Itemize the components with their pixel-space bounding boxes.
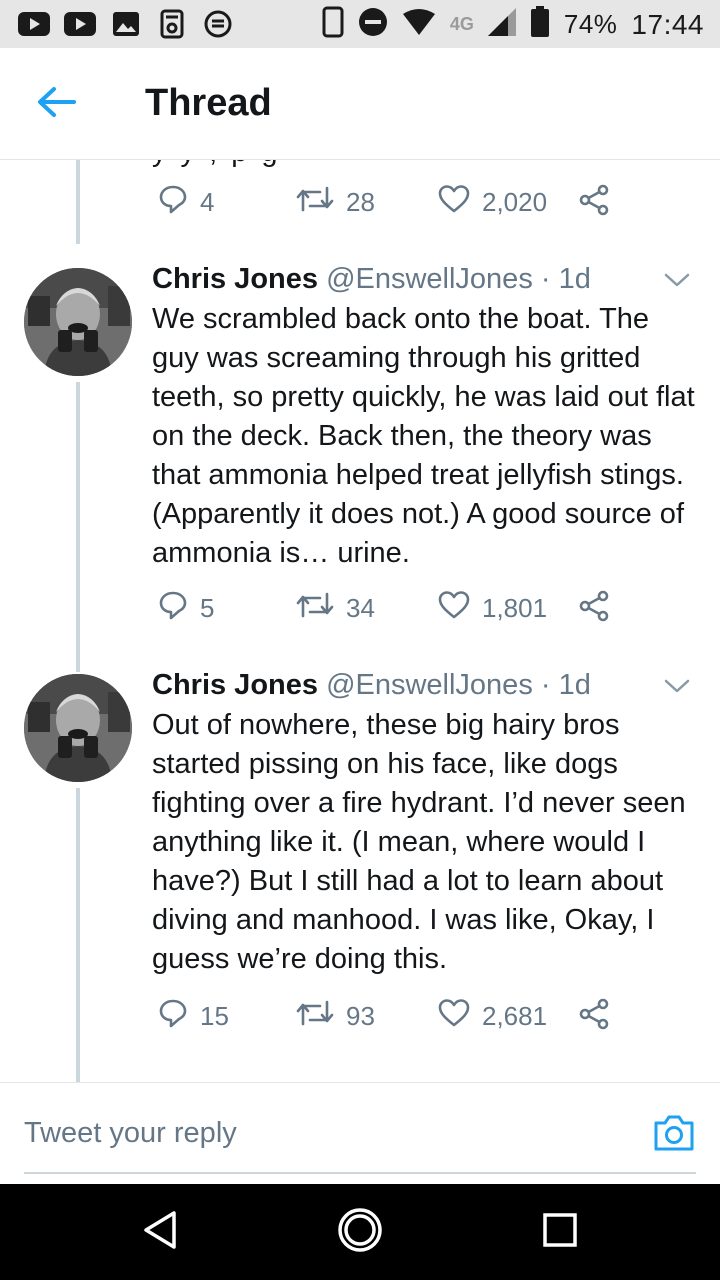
- like-count: 2,020: [482, 187, 548, 217]
- tweet-menu-button[interactable]: [662, 270, 692, 294]
- separator: ·: [540, 263, 551, 295]
- reply-icon: [158, 590, 188, 627]
- heart-icon: [438, 590, 470, 627]
- share-icon: [578, 590, 610, 629]
- reply-icon: [158, 998, 188, 1035]
- signal-icon: [487, 8, 516, 41]
- youtube-icon: [18, 9, 50, 39]
- thread-connector: [76, 788, 80, 1082]
- avatar[interactable]: [24, 674, 132, 782]
- author-handle[interactable]: @EnswellJones: [326, 263, 533, 295]
- clock: 17:44: [631, 8, 704, 40]
- nav-home-button[interactable]: [336, 1207, 384, 1258]
- heart-icon: [438, 998, 470, 1035]
- reply-button[interactable]: 4: [158, 184, 214, 221]
- back-button[interactable]: [30, 84, 82, 124]
- retweet-icon: [296, 184, 334, 221]
- reply-button[interactable]: 5: [158, 590, 214, 627]
- retweet-count: 93: [346, 1001, 375, 1031]
- system-nav-bar: [0, 1184, 720, 1280]
- wifi-icon: [402, 8, 436, 41]
- share-icon: [578, 998, 610, 1037]
- network-label: 4G: [449, 14, 474, 34]
- reply-button[interactable]: 15: [158, 998, 229, 1035]
- tweet-time: 1d: [558, 669, 591, 701]
- arrow-left-icon: [36, 86, 76, 123]
- system-status: 4G 74% 17:44: [322, 6, 704, 43]
- reply-icon: [158, 184, 188, 221]
- lock-icon: [156, 9, 188, 39]
- camera-button[interactable]: [652, 1113, 696, 1157]
- home-circle-icon: [337, 1207, 383, 1258]
- truncated-tweet-text: y y , p g: [152, 160, 281, 176]
- author-name[interactable]: Chris Jones: [152, 263, 318, 295]
- tweet-actions: 15 93 2,681: [152, 998, 622, 1038]
- thread-connector: [76, 382, 80, 672]
- status-bar: 4G 74% 17:44: [0, 0, 720, 48]
- reply-input[interactable]: [24, 1113, 624, 1153]
- battery-icon: [530, 6, 550, 43]
- tweet-time: 1d: [558, 263, 591, 295]
- tweet-actions: 5 34 1,801: [152, 590, 622, 630]
- nav-recents-button[interactable]: [536, 1208, 584, 1256]
- reply-count: 15: [200, 1001, 229, 1031]
- tweet-menu-button[interactable]: [662, 676, 692, 700]
- retweet-count: 34: [346, 593, 375, 623]
- share-icon: [578, 184, 610, 223]
- separator: ·: [540, 669, 551, 701]
- phone-icon: [322, 6, 344, 43]
- retweet-button[interactable]: 93: [296, 998, 375, 1035]
- tweet-text: Out of nowhere, these big hairy bros sta…: [152, 709, 686, 975]
- tweet-header: Chris Jones @EnswellJones · 1d: [152, 263, 702, 299]
- sync-icon: [202, 9, 234, 39]
- retweet-icon: [296, 998, 334, 1035]
- reply-bar: [0, 1082, 720, 1184]
- like-button[interactable]: 2,020: [438, 184, 547, 221]
- image-icon: [110, 9, 142, 39]
- notification-icons: [18, 9, 234, 39]
- tweet-header: Chris Jones @EnswellJones · 1d: [152, 669, 702, 705]
- share-button[interactable]: [578, 184, 610, 223]
- nav-back-button[interactable]: [136, 1208, 184, 1256]
- recents-square-icon: [542, 1212, 578, 1253]
- retweet-button[interactable]: 28: [296, 184, 375, 221]
- like-count: 1,801: [482, 593, 548, 623]
- retweet-icon: [296, 590, 334, 627]
- thread-list[interactable]: y y , p g 4 28 2,020: [0, 160, 720, 1082]
- tweet-text: We scrambled back onto the boat. The guy…: [152, 303, 695, 569]
- reply-underline: [24, 1172, 696, 1174]
- app-bar: Thread: [0, 48, 720, 160]
- tweet-actions: 4 28 2,020: [152, 184, 622, 224]
- chevron-down-icon: [662, 679, 692, 700]
- back-triangle-icon: [142, 1210, 178, 1255]
- camera-icon: [652, 1115, 696, 1157]
- reply-count: 5: [200, 593, 215, 623]
- author-handle[interactable]: @EnswellJones: [326, 669, 533, 701]
- retweet-button[interactable]: 34: [296, 590, 375, 627]
- like-count: 2,681: [482, 1001, 548, 1031]
- heart-icon: [438, 184, 470, 221]
- like-button[interactable]: 2,681: [438, 998, 547, 1035]
- share-button[interactable]: [578, 590, 610, 629]
- do-not-disturb-icon: [358, 7, 388, 42]
- reply-count: 4: [200, 187, 215, 217]
- share-button[interactable]: [578, 998, 610, 1037]
- chevron-down-icon: [662, 273, 692, 294]
- like-button[interactable]: 1,801: [438, 590, 547, 627]
- retweet-count: 28: [346, 187, 375, 217]
- avatar[interactable]: [24, 268, 132, 376]
- author-name[interactable]: Chris Jones: [152, 669, 318, 701]
- battery-percent: 74%: [563, 9, 618, 39]
- youtube-icon: [64, 9, 96, 39]
- page-title: Thread: [145, 82, 272, 124]
- thread-connector: [76, 160, 80, 244]
